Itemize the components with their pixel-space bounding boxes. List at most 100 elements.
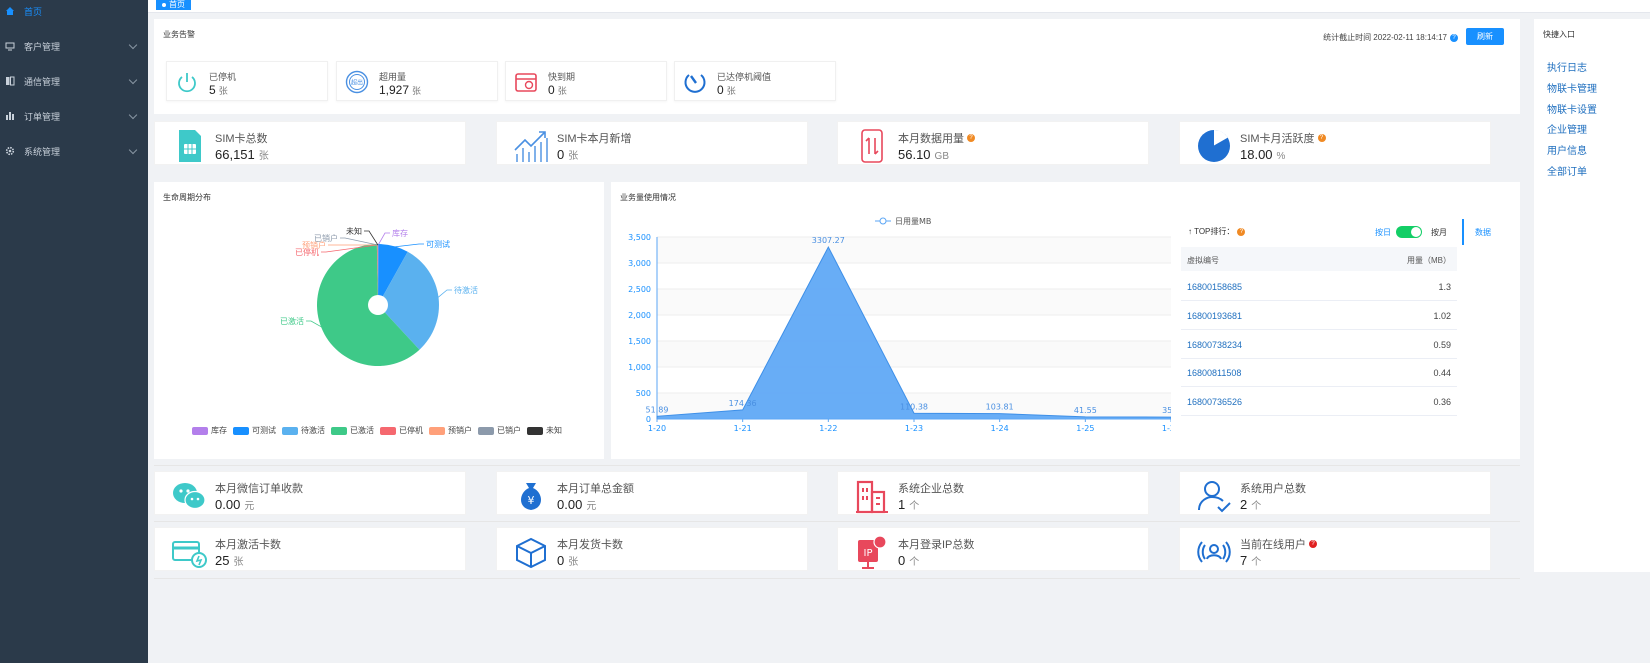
gear-icon [5, 146, 15, 156]
quick-link[interactable]: 物联卡设置 [1547, 101, 1597, 116]
pie-center-hole [368, 295, 388, 315]
stat-value: 66,151 张 [215, 147, 269, 162]
alert-card-overuse[interactable]: 超出 超用量 1,927 张 [336, 61, 498, 101]
legend-item[interactable]: 库存 [192, 425, 227, 436]
legend-item[interactable]: 未知 [527, 425, 562, 436]
legend-item[interactable]: 已停机 [380, 425, 423, 436]
monitor-icon [5, 41, 15, 51]
stat-value: 0.00 元 [215, 497, 255, 512]
data-label: 110.38 [900, 402, 928, 411]
stat-label: 本月激活卡数 [215, 539, 281, 551]
legend-item[interactable]: 预销户 [429, 425, 472, 436]
home-icon [5, 6, 15, 16]
help-icon[interactable]: ? [967, 134, 975, 142]
gauge-icon [683, 70, 707, 94]
month-card-online-users[interactable]: 当前在线用户? 7个 [1179, 527, 1491, 571]
legend-label: 可测试 [252, 426, 276, 435]
sidebar-item-orders[interactable]: 订单管理 [0, 105, 148, 127]
month-card-login-ip[interactable]: IP 本月登录IP总数 0个 [837, 527, 1149, 571]
legend-label: 未知 [546, 426, 562, 435]
help-icon[interactable]: ? [1450, 33, 1458, 42]
col-header-usage: 用量（MB） [1407, 256, 1451, 265]
row-id-link[interactable]: 16800158685 [1187, 282, 1242, 292]
month-card-shipped[interactable]: 本月发货卡数 0张 [496, 527, 808, 571]
quick-link[interactable]: 物联卡管理 [1547, 80, 1597, 95]
month-card-order-amount[interactable]: ¥ 本月订单总金额 0.00 元 [496, 471, 808, 515]
legend-item[interactable]: 待激活 [282, 425, 325, 436]
by-day-label[interactable]: 按日 [1375, 227, 1391, 238]
stat-card-data-usage[interactable]: 本月数据用量? 56.10 GB [837, 121, 1149, 165]
data-label: 51.89 [646, 405, 669, 414]
legend-marker [879, 217, 887, 225]
sidebar-item-label: 客户管理 [24, 41, 61, 52]
legend-label[interactable]: 日用量MB [895, 217, 931, 226]
y-tick-label: 3,500 [628, 233, 651, 242]
legend-item[interactable]: 可测试 [233, 425, 276, 436]
y-tick-label: 2,000 [628, 311, 651, 320]
help-icon[interactable]: ? [1237, 227, 1246, 236]
month-card-wechat[interactable]: 本月微信订单收款 0.00 元 [154, 471, 466, 515]
quick-link[interactable]: 企业管理 [1547, 121, 1587, 136]
alert-value: 0张 [548, 83, 567, 97]
row-id-link[interactable]: 16800811508 [1187, 368, 1241, 378]
row-id-link[interactable]: 16800736526 [1187, 397, 1242, 407]
month-card-enterprises[interactable]: 系统企业总数 1个 [837, 471, 1149, 515]
stat-value: 0.00 元 [557, 497, 597, 512]
help-icon[interactable]: ? [1317, 134, 1326, 142]
sidebar-item-communication[interactable]: 通信管理 [0, 70, 148, 92]
stat-label: SIM卡本月新增 [557, 133, 632, 145]
help-icon[interactable]: ? [1309, 540, 1317, 548]
quick-link[interactable]: 执行日志 [1547, 59, 1587, 74]
row-id-link[interactable]: 16800738234 [1187, 340, 1242, 350]
legend-item[interactable]: 已激活 [331, 425, 374, 436]
sidebar-item-system[interactable]: 系统管理 [0, 140, 148, 162]
usage-area-chart: 0 500 1,000 1,500 2,000 2,500 3,000 3,500 1-20 1-… [628, 217, 1171, 433]
alert-value: 5张 [209, 83, 228, 97]
calendar-icon [514, 70, 538, 94]
legend-swatch [429, 426, 445, 435]
row-id-link[interactable]: 16800193681 [1187, 311, 1242, 321]
book-icon [5, 76, 15, 86]
table-row: 16800158685 1.3 [1181, 273, 1457, 301]
grid-band [657, 341, 1171, 367]
by-month-label[interactable]: 按月 [1431, 227, 1447, 238]
stat-card-sim-total[interactable]: SIM卡总数 66,151 张 [154, 121, 466, 165]
grid-band [657, 367, 1171, 393]
refresh-button[interactable]: 刷新 [1466, 28, 1504, 45]
data-tab[interactable]: 数据 [1475, 227, 1491, 238]
stat-value: 25 张 [215, 553, 244, 568]
quick-link[interactable]: 用户信息 [1547, 142, 1587, 157]
ip-icon: IP [854, 534, 890, 570]
quick-links-panel: 快捷入口 执行日志 物联卡管理 物联卡设置 企业管理 用户信息 全部订单 [1534, 19, 1650, 572]
stat-value: 0张 [557, 147, 579, 162]
x-tick-label: 1-22 [819, 424, 837, 433]
sim-card-icon [171, 128, 207, 164]
alert-card-threshold[interactable]: 已达停机阈值 0张 [674, 61, 836, 101]
sidebar-item-home[interactable]: 首页 [0, 0, 148, 22]
alert-card-stopped[interactable]: 已停机 5张 [166, 61, 328, 101]
alert-label: 已停机 [209, 72, 237, 82]
x-tick-label: 1-26 [1162, 424, 1171, 433]
quick-link[interactable]: 全部订单 [1547, 163, 1587, 178]
day-month-toggle[interactable] [1396, 226, 1422, 238]
stat-label: 系统企业总数 [898, 483, 964, 495]
row-value: 0.59 [1433, 340, 1451, 350]
legend-item[interactable]: 已销户 [478, 425, 521, 436]
wechat-icon [171, 478, 207, 514]
month-card-activated[interactable]: 本月激活卡数 25 张 [154, 527, 466, 571]
stat-card-activity[interactable]: SIM卡月活跃度? 18.00% [1179, 121, 1491, 165]
legend-label: 预销户 [448, 426, 472, 435]
pie-label: 未知 [346, 226, 362, 236]
pie-label: 已销户 [314, 233, 338, 243]
tab-home[interactable]: 首页 [156, 0, 191, 10]
alert-card-expiring[interactable]: 快到期 0张 [505, 61, 667, 101]
legend-label: 待激活 [301, 426, 325, 435]
alert-label: 快到期 [548, 72, 576, 82]
col-header-id: 虚拟编号 [1187, 256, 1219, 265]
sidebar-item-customers[interactable]: 客户管理 [0, 35, 148, 57]
lifecycle-pie-chart: 库存可测试待激活已激活已停机预销户已销户未知 [280, 226, 478, 366]
legend-swatch [380, 426, 396, 435]
divider [154, 521, 1520, 522]
stat-card-sim-new[interactable]: SIM卡本月新增 0张 [496, 121, 808, 165]
month-card-users[interactable]: 系统用户总数 2个 [1179, 471, 1491, 515]
